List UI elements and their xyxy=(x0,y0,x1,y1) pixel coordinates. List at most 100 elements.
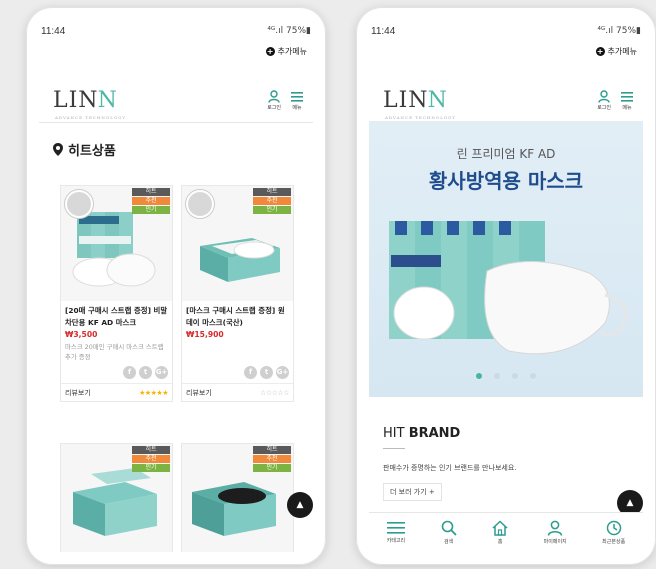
product-card[interactable]: 히트 추천 인기 xyxy=(60,443,173,552)
hit-brand-bold: BRAND xyxy=(408,426,461,441)
status-indicators: ⁴ᴳ.ıl 75%▮ xyxy=(267,26,311,36)
product-price: ₩3,500 xyxy=(65,330,98,339)
plus-icon: + xyxy=(265,47,275,56)
product-name[interactable]: [마스크 구매시 스트랩 증정] 원데이 마스크(국산) xyxy=(182,301,293,329)
model-avatar xyxy=(186,190,214,218)
hamburger-icon xyxy=(291,91,303,102)
carousel-dots xyxy=(369,373,643,379)
google-plus-icon[interactable]: G+ xyxy=(276,366,289,379)
review-row: 리뷰보기 ★★★★★ xyxy=(61,383,172,401)
login-button[interactable]: 로그인 xyxy=(267,89,281,111)
see-more-button[interactable]: 더 보러 가기 + xyxy=(383,483,442,501)
nav-home[interactable]: 홈 xyxy=(492,520,508,545)
badge-popular: 인기 xyxy=(253,464,291,472)
status-time: 11:44 xyxy=(371,25,396,37)
product-price: ₩15,900 xyxy=(186,330,224,339)
nav-mypage[interactable]: 마이페이지 xyxy=(544,520,567,545)
chevron-up-icon: ▲ xyxy=(626,498,634,508)
google-plus-icon[interactable]: G+ xyxy=(155,366,168,379)
badge-hit: 히트 xyxy=(253,446,291,454)
section-title-label: 히트상품 xyxy=(68,144,116,159)
nav-label: 최근본상품 xyxy=(602,539,626,545)
user-icon xyxy=(268,89,280,103)
product-description xyxy=(182,340,293,364)
nav-recent[interactable]: 최근본상품 xyxy=(602,520,625,545)
home-icon xyxy=(492,520,508,536)
login-button[interactable]: 로그인 xyxy=(597,89,611,111)
carousel-dot[interactable] xyxy=(476,373,482,379)
phone-mockup-right: 11:44 ⁴ᴳ.ıl 75%▮ + 추가메뉴 LIN N ADVANCE TEC… xyxy=(356,7,656,565)
screen: 11:44 ⁴ᴳ.ıl 75%▮ + 추가메뉴 LIN N ADVANCE TEC… xyxy=(39,20,313,552)
status-bar: 11:44 ⁴ᴳ.ıl 75%▮ xyxy=(369,20,643,42)
nav-label: 카테고리 xyxy=(386,538,406,544)
badge-recommend: 추천 xyxy=(253,455,291,463)
badge-recommend: 추천 xyxy=(253,197,291,205)
hero-title: 황사방역용 마스크 xyxy=(428,169,584,193)
badge-hit: 히트 xyxy=(132,446,170,454)
chevron-up-icon: ▲ xyxy=(296,500,304,510)
badge-recommend: 추천 xyxy=(132,455,170,463)
product-image[interactable]: 히트 추천 인기 xyxy=(182,444,293,552)
user-icon xyxy=(598,89,610,103)
product-card[interactable]: 히트 추천 인기 [20매 구매시 스트랩 증정] 비말차단용 KF AD 마스… xyxy=(60,185,173,402)
hero-banner[interactable]: 린 프리미엄 KF AD 황사방역용 마스크 xyxy=(369,121,643,397)
leaf-n-icon: N xyxy=(97,87,118,113)
rating-stars: ★★★★★ xyxy=(139,388,168,397)
facebook-icon[interactable]: f xyxy=(123,366,136,379)
location-pin-icon xyxy=(53,143,63,156)
review-link[interactable]: 리뷰보기 xyxy=(65,388,91,398)
nav-label: 마이페이지 xyxy=(543,539,567,545)
nav-search[interactable]: 검색 xyxy=(441,520,457,545)
logo-text: LIN xyxy=(383,87,429,113)
hit-brand-title: HIT BRAND xyxy=(383,426,460,441)
twitter-icon[interactable]: t xyxy=(139,366,152,379)
product-card[interactable]: 히트 추천 인기 [마스크 구매시 스트랩 증정] 원데이 마스크(국산) ₩1… xyxy=(181,185,294,402)
leaf-n-icon: N xyxy=(427,87,448,113)
nav-category[interactable]: 카테고리 xyxy=(387,521,405,544)
badge-popular: 인기 xyxy=(132,464,170,472)
phone-mockup-left: 11:44 ⁴ᴳ.ıl 75%▮ + 추가메뉴 LIN N ADVANCE TEC… xyxy=(26,7,326,565)
divider xyxy=(39,122,313,123)
add-menu-button[interactable]: + 추가메뉴 xyxy=(265,46,307,57)
product-image[interactable]: 히트 추천 인기 xyxy=(61,444,172,552)
menu-button[interactable]: 메뉴 xyxy=(291,90,303,111)
share-buttons: f t G+ xyxy=(182,364,293,383)
carousel-dot[interactable] xyxy=(530,373,536,379)
carousel-dot[interactable] xyxy=(494,373,500,379)
review-row: 리뷰보기 ☆☆☆☆☆ xyxy=(182,383,293,401)
facebook-icon[interactable]: f xyxy=(244,366,257,379)
product-card[interactable]: 히트 추천 인기 xyxy=(181,443,294,552)
product-image[interactable]: 히트 추천 인기 xyxy=(61,186,172,301)
nav-label: 홈 xyxy=(497,539,503,545)
product-image[interactable]: 히트 추천 인기 xyxy=(182,186,293,301)
product-name[interactable]: [20매 구매시 스트랩 증정] 비말차단용 KF AD 마스크 xyxy=(61,301,172,329)
status-indicators: ⁴ᴳ.ıl 75%▮ xyxy=(597,26,641,36)
screen: 11:44 ⁴ᴳ.ıl 75%▮ + 추가메뉴 LIN N ADVANCE TEC… xyxy=(369,20,643,552)
badge-hit: 히트 xyxy=(253,188,291,196)
add-menu-button[interactable]: + 추가메뉴 xyxy=(595,46,637,57)
hero-subtitle: 린 프리미엄 KF AD xyxy=(456,147,556,161)
brand-logo[interactable]: LIN N ADVANCE TECHNOLOGY xyxy=(383,87,455,120)
hit-brand-prefix: HIT xyxy=(383,426,409,441)
model-avatar xyxy=(65,190,93,218)
twitter-icon[interactable]: t xyxy=(260,366,273,379)
status-time: 11:44 xyxy=(41,25,66,37)
hamburger-icon xyxy=(386,522,405,534)
title-underline xyxy=(383,448,405,449)
search-icon xyxy=(441,520,457,536)
clock-icon xyxy=(606,520,621,536)
carousel-dot[interactable] xyxy=(512,373,518,379)
share-buttons: f t G+ xyxy=(61,364,172,383)
brand-logo[interactable]: LIN N ADVANCE TECHNOLOGY xyxy=(53,87,125,120)
menu-button[interactable]: 메뉴 xyxy=(621,90,633,111)
user-icon xyxy=(547,520,563,536)
menu-label: 메뉴 xyxy=(292,104,302,111)
review-link[interactable]: 리뷰보기 xyxy=(186,388,212,398)
mask-package-image xyxy=(389,221,628,355)
add-menu-label: 추가메뉴 xyxy=(277,47,307,56)
menu-label: 메뉴 xyxy=(622,104,632,111)
rating-stars: ☆☆☆☆☆ xyxy=(260,388,289,397)
badge-recommend: 추천 xyxy=(132,197,170,205)
hamburger-icon xyxy=(621,91,633,102)
scroll-top-button[interactable]: ▲ xyxy=(287,492,313,518)
